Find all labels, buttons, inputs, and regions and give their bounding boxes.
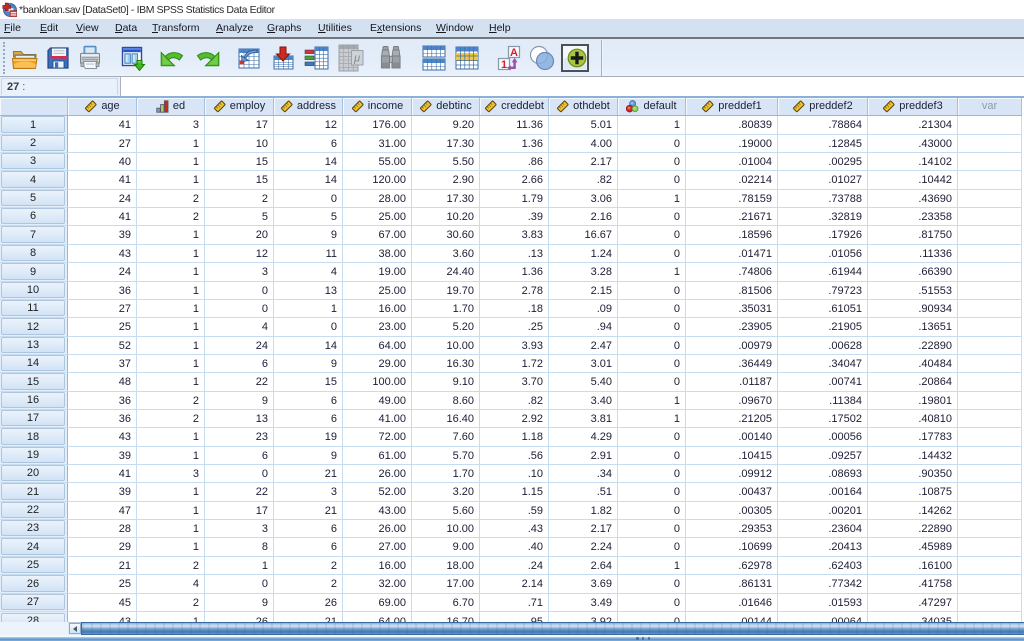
svg-text:μ: μ: [353, 53, 360, 65]
svg-text:1: 1: [501, 59, 507, 71]
svg-text:A: A: [510, 47, 518, 59]
